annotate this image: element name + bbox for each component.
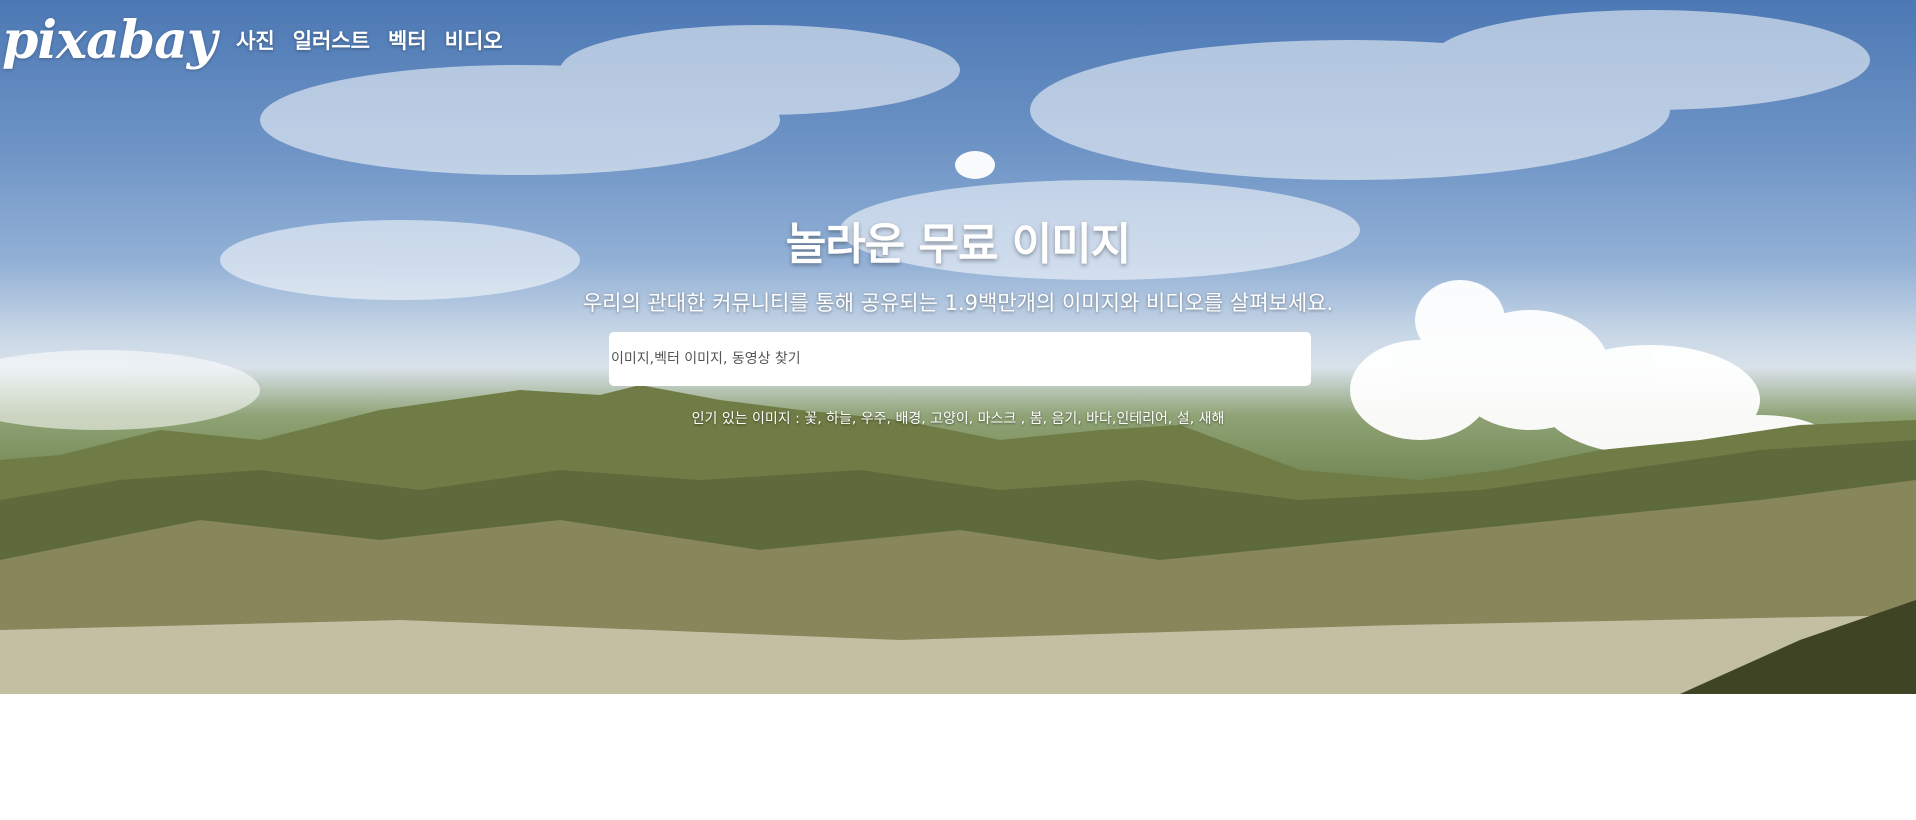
tag-spring[interactable]: 봄	[1030, 411, 1043, 427]
tag-flower[interactable]: 꽃	[804, 411, 817, 427]
popular-tags: 인기 있는 이미지 : 꽃, 하늘, 우주, 배경, 고양이, 마스크 , 봄,…	[691, 411, 1225, 427]
content-area	[0, 694, 1916, 820]
tag-seol[interactable]: 설	[1177, 411, 1190, 427]
nav-item-photos[interactable]: 사진	[236, 25, 275, 55]
hero-title: 놀라운 무료 이미지	[785, 219, 1131, 270]
tag-interior[interactable]: 인테리어	[1116, 411, 1168, 427]
tag-emgi[interactable]: 음기	[1051, 411, 1077, 427]
tag-background[interactable]: 배경	[895, 411, 921, 427]
tag-cat[interactable]: 고양이	[930, 411, 969, 427]
tag-sea[interactable]: 바다	[1086, 411, 1112, 427]
popular-label: 인기 있는 이미지 :	[691, 411, 800, 427]
top-navigation: pixabay 사진 일러스트 벡터 비디오	[0, 0, 521, 90]
search-input[interactable]	[609, 332, 1311, 386]
tag-new-year[interactable]: 새해	[1199, 411, 1225, 427]
tag-mask[interactable]: 마스크	[978, 411, 1017, 427]
main-nav: 사진 일러스트 벡터 비디오	[236, 25, 521, 55]
nav-item-illustrations[interactable]: 일러스트	[293, 25, 370, 55]
nav-item-videos[interactable]: 비디오	[445, 25, 503, 55]
hero-banner: pixabay 사진 일러스트 벡터 비디오 놀라운 무료 이미지 우리의 관대…	[0, 0, 1916, 694]
hero-subtitle: 우리의 관대한 커뮤니티를 통해 공유되는 1.9백만개의 이미지와 비디오를 …	[582, 291, 1334, 315]
tag-space[interactable]: 우주	[861, 411, 887, 427]
nav-item-vectors[interactable]: 벡터	[388, 25, 427, 55]
tag-sky[interactable]: 하늘	[826, 411, 852, 427]
pixabay-logo[interactable]: pixabay	[2, 10, 217, 71]
